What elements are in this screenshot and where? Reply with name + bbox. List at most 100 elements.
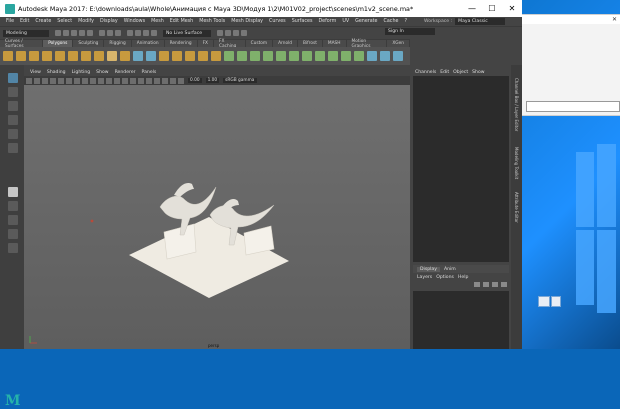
taskbar-icon[interactable] [538,296,550,307]
lasso-tool-icon[interactable] [8,87,18,97]
isolate-select-icon[interactable] [146,77,152,84]
shelf-tab-rendering[interactable]: Rendering [164,40,197,47]
bevel-2-icon[interactable] [263,51,273,61]
combine-icon[interactable] [133,51,143,61]
boolean-union-icon[interactable] [172,51,182,61]
help-menu[interactable]: Help [458,275,468,280]
single-view-layout-icon[interactable] [8,187,18,197]
shelf-tab-rigging[interactable]: Rigging [104,40,131,47]
select-hierarchy-icon[interactable] [99,30,105,36]
near-clip-field[interactable]: 0.00 [188,78,202,83]
merge-icon[interactable] [341,51,351,61]
boolean-intersection-icon[interactable] [198,51,208,61]
field-chart-icon[interactable] [82,77,88,84]
channels-menu[interactable]: Channels [415,70,436,75]
uv-editor-icon[interactable] [367,51,377,61]
smooth-icon[interactable] [159,51,169,61]
gate-mask-icon[interactable] [74,77,80,84]
new-layer-icon[interactable] [492,282,498,287]
bevel-icon[interactable] [250,51,260,61]
poly-sphere-icon[interactable] [3,51,13,61]
separate-icon[interactable] [146,51,156,61]
edit-menu[interactable]: Edit [440,70,449,75]
safe-action-icon[interactable] [90,77,96,84]
depth-of-field-icon[interactable] [178,77,184,84]
close-button[interactable]: ✕ [502,0,522,17]
bridge-icon[interactable] [237,51,247,61]
persp-graph-layout-icon[interactable] [8,229,18,239]
shelf-tab-arnold[interactable]: Arnold [273,40,297,47]
select-object-icon[interactable] [107,30,113,36]
menu-uv[interactable]: UV [342,19,349,24]
shelf-tab-motion-graphics[interactable]: Motion Graphics [346,39,387,49]
smooth-shade-icon[interactable] [106,77,112,84]
menu-help[interactable]: ? [404,19,407,24]
anti-aliasing-icon[interactable] [170,77,176,84]
shelf-tab-custom[interactable]: Custom [245,40,273,47]
menu-select[interactable]: Select [57,19,72,24]
snap-curve-icon[interactable] [135,30,141,36]
sign-in-dropdown[interactable]: Sign In [385,28,435,35]
ambient-occlusion-icon[interactable] [154,77,160,84]
open-scene-icon[interactable] [63,30,69,36]
snap-grid-icon[interactable] [127,30,133,36]
platonic-solid-icon[interactable] [94,51,104,61]
poly-disc-icon[interactable] [81,51,91,61]
shelf-tab-mash[interactable]: MASH [322,40,346,47]
workspace-dropdown[interactable]: Maya Classic [455,18,506,25]
paint-select-tool-icon[interactable] [8,101,18,111]
tab-display[interactable]: Display [417,266,440,272]
shelf-tab-xgen[interactable]: XGen [387,40,409,47]
save-scene-icon[interactable] [71,30,77,36]
textured-icon[interactable] [114,77,120,84]
scale-tool-icon[interactable] [8,143,18,153]
shelf-tab-fx-caching[interactable]: FX Caching [213,39,245,49]
menu-display[interactable]: Display [100,19,118,24]
poly-cube-icon[interactable] [16,51,26,61]
menu-generate[interactable]: Generate [355,19,377,24]
rotate-tool-icon[interactable] [8,129,18,139]
maximize-button[interactable]: ☐ [482,0,502,17]
modeling-toolkit-side-tab[interactable]: Modeling Toolkit [511,143,522,183]
automatic-map-icon[interactable] [393,51,403,61]
menu-mesh[interactable]: Mesh [151,19,164,24]
menu-cache[interactable]: Cache [384,19,399,24]
poly-plane-icon[interactable] [68,51,78,61]
shelf-tab-curves-surfaces[interactable]: Curves / Surfaces [0,39,43,49]
extrude-icon[interactable] [224,51,234,61]
hypershade-icon[interactable] [241,30,247,36]
menu-windows[interactable]: Windows [124,19,145,24]
shelf-tab-bifrost[interactable]: Bifrost [298,40,322,47]
show-menu[interactable]: Show [472,70,484,75]
menu-deform[interactable]: Deform [318,19,336,24]
shadows-icon[interactable] [130,77,136,84]
menu-surfaces[interactable]: Surfaces [292,19,313,24]
panel-menu-renderer[interactable]: Renderer [115,70,136,75]
mode-dropdown[interactable]: Modeling [3,29,49,37]
poly-cone-icon[interactable] [42,51,52,61]
poly-text-icon[interactable] [107,51,117,61]
menu-curves[interactable]: Curves [269,19,286,24]
resolution-gate-icon[interactable] [66,77,72,84]
svg-icon[interactable] [120,51,130,61]
render-icon[interactable] [217,30,223,36]
new-layer-selected-icon[interactable] [501,282,507,287]
shelf-tab-polygons[interactable]: Polygons [43,40,73,47]
camera-attributes-icon[interactable] [26,77,32,84]
menu-mesh-display[interactable]: Mesh Display [231,19,263,24]
taskbar-icon-2[interactable] [551,296,561,307]
undo-icon[interactable] [79,30,85,36]
append-polygon-icon[interactable] [276,51,286,61]
target-weld-icon[interactable] [354,51,364,61]
layers-menu[interactable]: Layers [417,275,432,280]
panel-menu-lighting[interactable]: Lighting [72,70,91,75]
object-menu[interactable]: Object [453,70,468,75]
move-layer-up-icon[interactable] [474,282,480,287]
xray-icon[interactable] [138,77,144,84]
wireframe-icon[interactable] [98,77,104,84]
grid-icon[interactable] [50,77,56,84]
select-component-icon[interactable] [115,30,121,36]
background-window[interactable]: ✕ [521,14,620,116]
four-view-layout-icon[interactable] [8,201,18,211]
move-tool-icon[interactable] [8,115,18,125]
